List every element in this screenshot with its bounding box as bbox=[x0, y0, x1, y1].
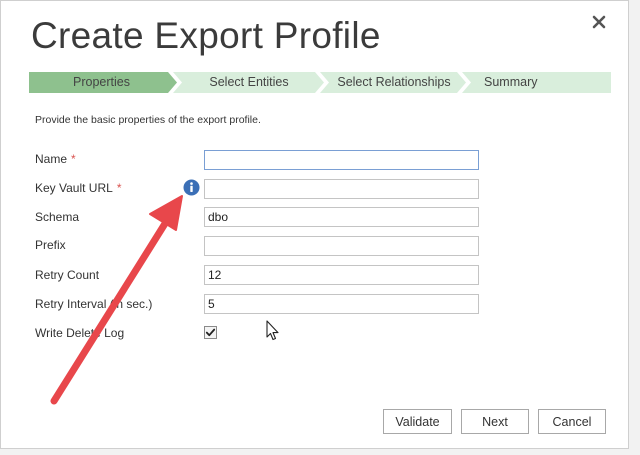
key-vault-url-label: Key Vault URL * bbox=[35, 181, 121, 195]
intro-text: Provide the basic properties of the expo… bbox=[35, 114, 261, 126]
required-marker: * bbox=[71, 152, 76, 166]
retry-interval-label: Retry Interval (in sec.) bbox=[35, 297, 153, 311]
name-field[interactable] bbox=[204, 150, 479, 170]
schema-field[interactable] bbox=[204, 207, 479, 227]
dialog-title: Create Export Profile bbox=[31, 15, 381, 56]
info-icon[interactable] bbox=[183, 179, 200, 196]
prefix-field[interactable] bbox=[204, 236, 479, 256]
write-delete-log-checkbox[interactable] bbox=[204, 326, 217, 339]
retry-count-label: Retry Count bbox=[35, 268, 100, 282]
close-icon[interactable] bbox=[588, 11, 610, 33]
name-label: Name * bbox=[35, 152, 76, 166]
prefix-label: Prefix bbox=[35, 238, 66, 252]
write-delete-log-label: Write Delete Log bbox=[35, 326, 125, 340]
create-export-profile-dialog: Create Export Profile Properties Select … bbox=[0, 0, 629, 449]
next-button[interactable]: Next bbox=[461, 409, 529, 434]
tab-select-entities[interactable]: Select Entities bbox=[179, 72, 319, 93]
required-marker: * bbox=[116, 181, 122, 195]
tab-properties[interactable]: Properties bbox=[29, 72, 174, 93]
retry-count-field[interactable] bbox=[204, 265, 479, 285]
tab-summary[interactable]: Summary bbox=[469, 72, 611, 93]
name-label-text: Name bbox=[35, 152, 68, 166]
wizard-steps: Properties Select Entities Select Relati… bbox=[29, 72, 611, 93]
key-vault-url-field[interactable] bbox=[204, 179, 479, 199]
tab-select-relationships[interactable]: Select Relationships bbox=[326, 72, 462, 93]
validate-button[interactable]: Validate bbox=[383, 409, 452, 434]
retry-interval-field[interactable] bbox=[204, 294, 479, 314]
schema-label: Schema bbox=[35, 210, 80, 224]
cancel-button[interactable]: Cancel bbox=[538, 409, 606, 434]
key-vault-url-label-text: Key Vault URL bbox=[35, 181, 113, 195]
